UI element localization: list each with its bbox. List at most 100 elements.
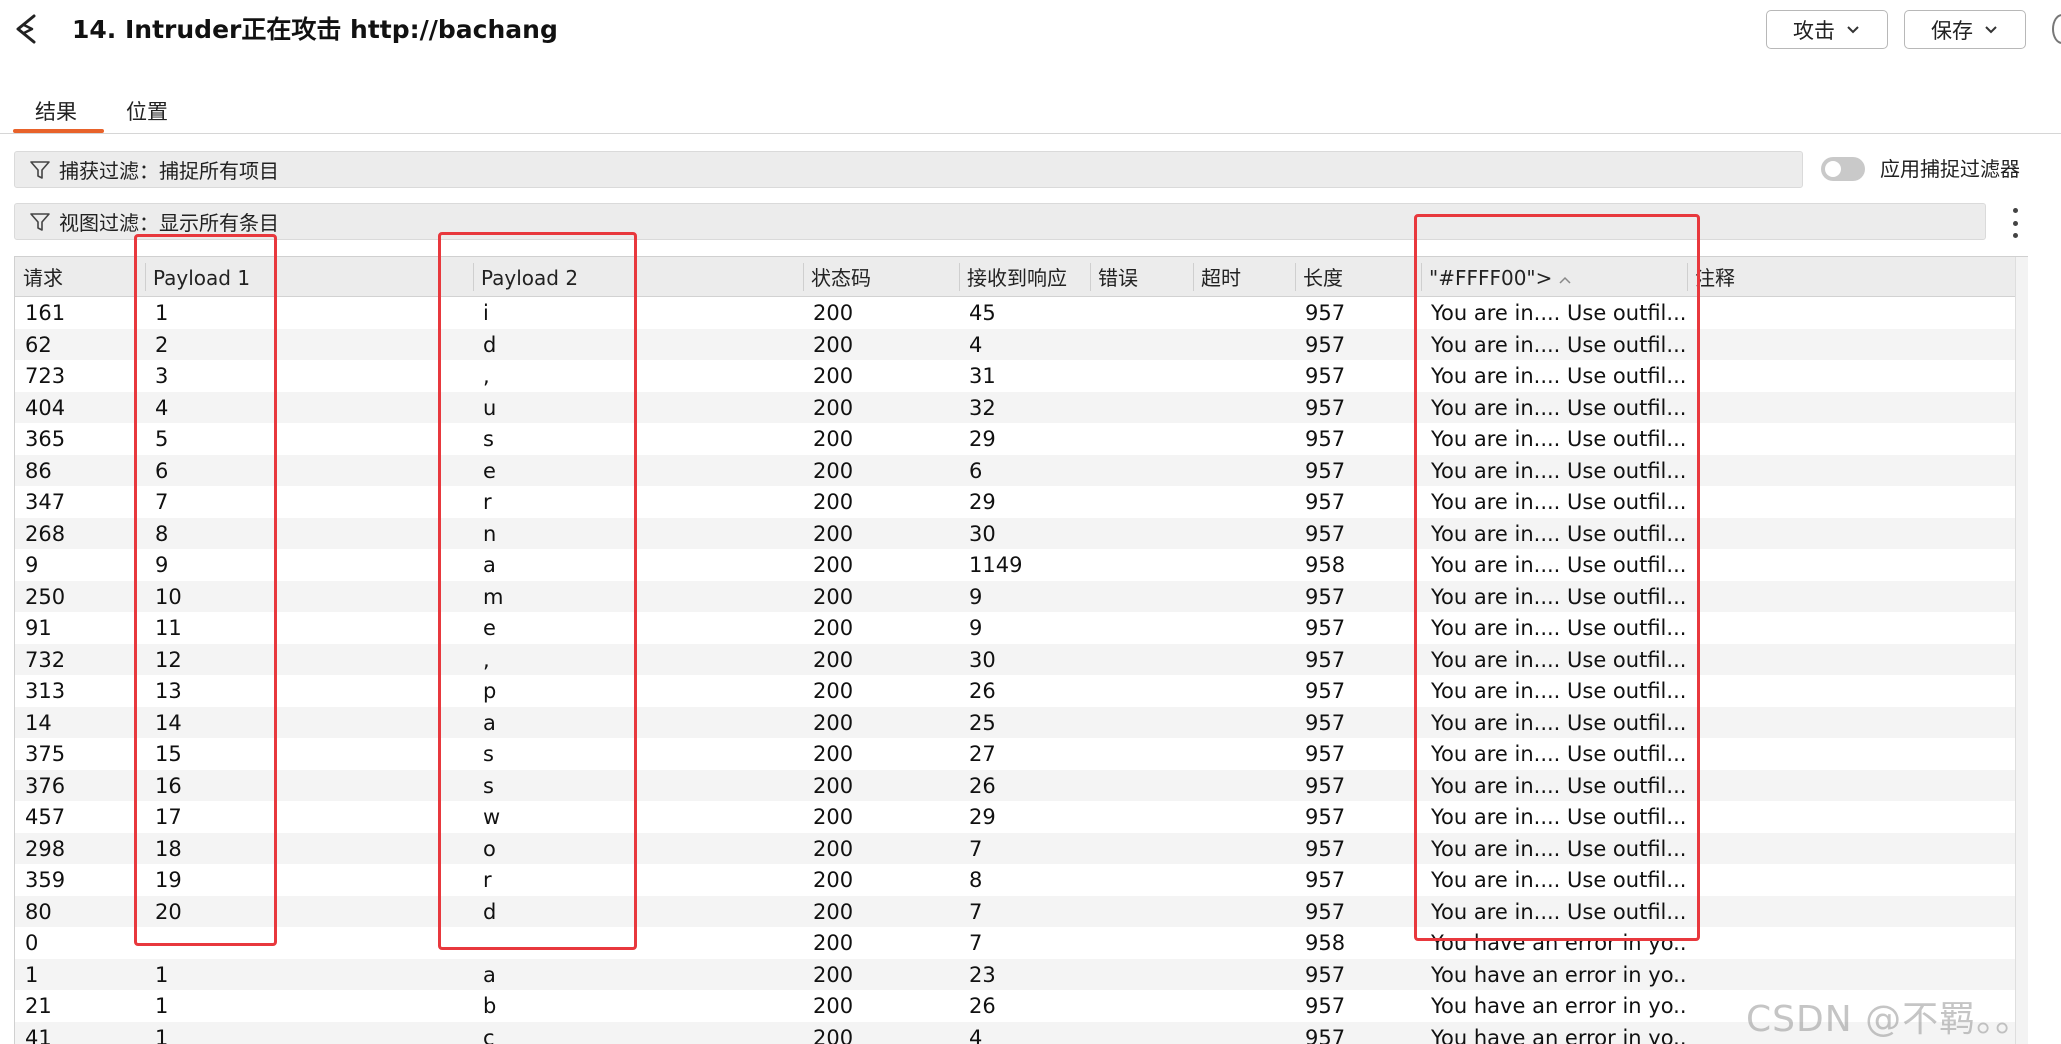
cell-timeout: [1193, 581, 1295, 613]
cell-payload2: ,: [483, 647, 490, 672]
table-row[interactable]: 86 6 e 200 6 957 You are in.... Use outfil...: [15, 454, 2015, 487]
cell-payload1: 1: [155, 994, 169, 1018]
cell-payload2: s: [483, 427, 494, 451]
cell-payload1: 11: [155, 616, 182, 640]
table-row[interactable]: 359 19 r 200 8 957 You are in.... Use outfil..…: [15, 864, 2015, 896]
table-row[interactable]: 376 16 s 200 26 957 You are in.... Use outfil.…: [15, 769, 2015, 801]
cell-length: 957: [1305, 301, 1346, 325]
cell-timeout: [1193, 927, 1295, 959]
column-separator[interactable]: [1687, 263, 1688, 291]
intruder-attack-window: 14. Intruder正在攻击 http://bachang 攻击 保存 结果…: [0, 0, 2061, 1044]
cell-payload1: 12: [155, 647, 182, 672]
column-separator[interactable]: [803, 263, 804, 291]
table-row[interactable]: 0 200 7 958 You have an error in yo...: [15, 927, 2015, 959]
column-header-label: 状态码: [811, 266, 871, 290]
save-menu-button[interactable]: 保存: [1904, 10, 2026, 49]
column-separator[interactable]: [959, 263, 960, 291]
cell-request: 161: [25, 301, 66, 325]
tab-results[interactable]: 结果: [35, 96, 77, 128]
column-header-status[interactable]: 状态码: [803, 257, 959, 297]
column-header-grep-match[interactable]: "#FFFF00">: [1421, 257, 1687, 297]
cell-request: 298: [25, 836, 66, 861]
attack-menu-button[interactable]: 攻击: [1766, 10, 1888, 49]
cell-timeout: [1193, 1022, 1295, 1044]
cell-grep-match: You are in.... Use outfil...: [1431, 458, 1687, 483]
table-row[interactable]: 723 3, 200 31 957 You are in.... Use outfil..…: [15, 360, 2015, 392]
cell-error: [1090, 833, 1193, 865]
column-header-request[interactable]: 请求: [15, 257, 145, 297]
table-row[interactable]: 62 2 d 200 4 957 You are in.... Use outfil...: [15, 328, 2015, 360]
column-separator[interactable]: [473, 263, 474, 291]
table-row[interactable]: 313 13 p 200 26 957 You are in.... Use outfil.…: [15, 675, 2015, 707]
column-header-length[interactable]: 长度: [1295, 257, 1421, 297]
cell-error: [1090, 896, 1193, 928]
cell-status: 200: [813, 521, 854, 546]
table-row[interactable]: 14 14 a 200 25 957 You are in.... Use outfil..…: [15, 706, 2015, 738]
table-row[interactable]: 268 8 n 200 30 957 You are in.... Use outfil..…: [15, 517, 2015, 549]
more-options-icon[interactable]: [2007, 208, 2023, 238]
column-header-comment[interactable]: 注释: [1687, 257, 2015, 297]
tabs-divider: [0, 133, 2061, 134]
table-row[interactable]: 298 18 o 200 7 957 You are in.... Use outfil..…: [15, 832, 2015, 865]
cell-status: 200: [813, 647, 854, 672]
cell-request: 268: [25, 521, 66, 546]
cell-request: 732: [25, 647, 66, 672]
cell-payload1: 2: [155, 332, 169, 357]
partial-window-control-icon[interactable]: [2052, 14, 2061, 44]
table-row[interactable]: 91 11 e 200 9 957 You are in.... Use outfil...: [15, 612, 2015, 644]
table-row[interactable]: 347 7 r 200 29 957 You are in.... Use outfil..…: [15, 486, 2015, 518]
cell-error: [1090, 455, 1193, 487]
column-header-received[interactable]: 接收到响应: [959, 257, 1090, 297]
cell-timeout: [1193, 959, 1295, 991]
table-row[interactable]: 161 1 i 200 45 957 You are in.... Use outfil..…: [15, 297, 2015, 329]
column-header-payload2[interactable]: Payload 2: [473, 257, 803, 297]
cell-payload2: c: [483, 1025, 495, 1044]
cell-length: 957: [1305, 836, 1346, 861]
cell-timeout: [1193, 486, 1295, 518]
cell-length: 957: [1305, 1025, 1346, 1044]
tab-positions[interactable]: 位置: [126, 96, 168, 128]
column-separator[interactable]: [1421, 263, 1422, 291]
table-row[interactable]: 41 1 c 200 4 957 You have an error in yo...: [15, 1021, 2015, 1044]
cell-request: 313: [25, 679, 66, 703]
capture-filter-bar[interactable]: 捕获过滤：捕捉所有项目: [14, 151, 1803, 188]
vertical-scrollbar[interactable]: [2015, 257, 2028, 1044]
table-row[interactable]: 365 5 s 200 29 957 You are in.... Use outfil..…: [15, 423, 2015, 455]
title-bar: 14. Intruder正在攻击 http://bachang 攻击 保存: [0, 0, 2061, 64]
table-row[interactable]: 250 10 m 200 9 957 You are in.... Use outfil..…: [15, 580, 2015, 613]
cell-payload2: a: [483, 710, 496, 735]
cell-status: 200: [813, 836, 854, 861]
cell-status: 200: [813, 458, 854, 483]
filter-icon: [30, 212, 50, 231]
apply-capture-filter-toggle[interactable]: [1821, 157, 1865, 181]
view-filter-bar[interactable]: 视图过滤：显示所有条目: [14, 203, 1986, 240]
watermark: CSDN @不羁。。: [1746, 999, 2033, 1040]
cell-payload2: p: [483, 679, 497, 703]
table-row[interactable]: 1 1 a 200 23 957 You have an error in yo...: [15, 958, 2015, 991]
cell-payload2: u: [483, 395, 497, 420]
column-separator[interactable]: [1193, 263, 1194, 291]
table-row[interactable]: 457 17 w 200 29 957 You are in.... Use outfil.…: [15, 801, 2015, 833]
column-header-payload1[interactable]: Payload 1: [145, 257, 473, 297]
column-separator[interactable]: [1090, 263, 1091, 291]
table-row[interactable]: 732 12, 200 30 957 You are in.... Use outfil.…: [15, 643, 2015, 676]
cell-timeout: [1193, 833, 1295, 865]
table-row[interactable]: 9 9 a 200 1149 958 You are in.... Use outfil..…: [15, 549, 2015, 581]
cell-timeout: [1193, 864, 1295, 896]
cell-request: 404: [25, 395, 66, 420]
table-row[interactable]: 21 1 b 200 26 957 You have an error in yo...: [15, 990, 2015, 1022]
table-header: 请求 Payload 1 Payload 2 状态码 接收到响应 错误 超时 长度 "#FFFF…: [15, 257, 2028, 297]
column-header-timeout[interactable]: 超时: [1193, 257, 1295, 297]
column-separator[interactable]: [145, 263, 146, 291]
column-header-label: 超时: [1201, 266, 1241, 290]
cell-length: 957: [1305, 647, 1346, 672]
cell-comment: [1687, 833, 2015, 865]
table-row[interactable]: 404 4 u 200 32 957 You are in.... Use outfil..…: [15, 391, 2015, 423]
cell-error: [1090, 644, 1193, 676]
column-header-error[interactable]: 错误: [1090, 257, 1193, 297]
table-row[interactable]: 80 20 d 200 7 957 You are in.... Use outfil...: [15, 895, 2015, 928]
cell-payload2: r: [483, 490, 492, 514]
column-separator[interactable]: [1295, 263, 1296, 291]
cell-request: 9: [25, 553, 39, 577]
table-row[interactable]: 375 15 s 200 27 957 You are in.... Use outfil.…: [15, 738, 2015, 770]
